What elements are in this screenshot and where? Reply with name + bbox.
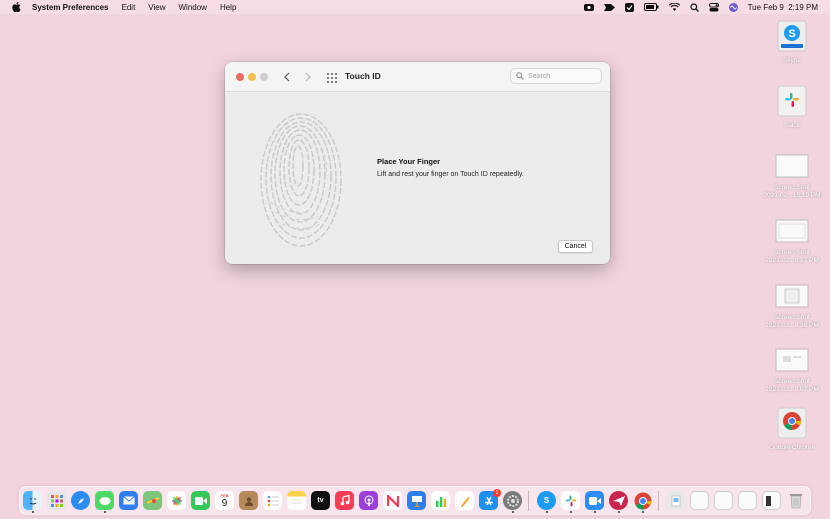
show-all-grid-icon[interactable]: [326, 71, 338, 83]
cancel-button[interactable]: Cancel: [558, 240, 593, 253]
desktop-item-slack[interactable]: Slack: [762, 85, 822, 130]
menu-edit[interactable]: Edit: [122, 3, 136, 12]
news-icon[interactable]: [383, 491, 402, 510]
chrome-dock-icon[interactable]: [633, 491, 652, 510]
app-store-badge: 1: [493, 489, 501, 497]
svg-text:S: S: [788, 28, 795, 40]
dock-separator: [658, 491, 659, 511]
maps-icon[interactable]: [143, 491, 162, 510]
running-indicator: [618, 511, 620, 513]
contacts-icon[interactable]: [239, 491, 258, 510]
facetime-icon[interactable]: [191, 491, 210, 510]
numbers-icon[interactable]: [431, 491, 450, 510]
reminders-icon[interactable]: [263, 491, 282, 510]
notes-icon[interactable]: [287, 491, 306, 510]
system-preferences-icon[interactable]: [503, 491, 522, 510]
dock-separator: [528, 491, 529, 511]
running-indicator: [642, 511, 644, 513]
screenshot-thumbnail-icon: [775, 154, 809, 178]
desktop-label: Skype: [782, 57, 802, 64]
apple-menu-icon[interactable]: [12, 2, 22, 12]
apple-tv-icon[interactable]: tv: [311, 491, 330, 510]
running-indicator: [512, 511, 514, 513]
running-indicator: [32, 511, 34, 513]
slack-dock-icon[interactable]: [561, 491, 580, 510]
screenshot-dock-thumbnail-icon[interactable]: [690, 491, 709, 510]
screenshot-thumbnail-icon: [775, 348, 809, 372]
menu-window[interactable]: Window: [179, 3, 207, 12]
desktop-label: Screen Shot 2021-02...9.07 PM: [765, 378, 819, 393]
apple-tv-label: tv: [317, 497, 324, 504]
window-title: Touch ID: [345, 71, 381, 81]
desktop-label: Screen Shot 2021-02...8.27 PM: [765, 249, 819, 264]
battery-icon[interactable]: [643, 3, 659, 11]
desktop-item-skype[interactable]: S Skype: [762, 20, 822, 65]
keynote-icon[interactable]: [407, 491, 426, 510]
forward-icon[interactable]: [301, 70, 315, 84]
screen-record-icon[interactable]: [583, 3, 594, 12]
dropzone-icon[interactable]: [603, 3, 615, 12]
zoom-icon[interactable]: [585, 491, 604, 510]
siri-icon[interactable]: [728, 2, 738, 12]
screenshot-dock-thumbnail-icon[interactable]: [738, 491, 757, 510]
desktop-item-screenshot[interactable]: Screen Shot 2021-02...9.07 PM: [762, 347, 822, 394]
skype-icon: S: [777, 20, 807, 52]
slack-icon: [777, 85, 807, 117]
desktop-label: Slack: [784, 122, 800, 129]
desktop-item-screenshot[interactable]: Screen Shot 2021-02...8.27 PM: [762, 218, 822, 265]
menu-help[interactable]: Help: [220, 3, 236, 12]
window-toolbar: Touch ID: [225, 62, 610, 92]
calendar-day: 9: [221, 497, 228, 509]
prompt-description: Lift and rest your finger on Touch ID re…: [377, 171, 524, 178]
skype-dock-icon[interactable]: S: [537, 491, 556, 510]
screenshot-thumbnail-icon: [775, 284, 809, 308]
clock[interactable]: Tue Feb 9 2:19 PM: [748, 3, 818, 12]
music-icon[interactable]: [335, 491, 354, 510]
checkmark-app-icon[interactable]: [624, 2, 634, 12]
fingerprint-icon: [258, 112, 344, 253]
back-icon[interactable]: [280, 70, 294, 84]
running-indicator: [104, 511, 106, 513]
desktop-item-chrome[interactable]: Google Chrome: [762, 407, 822, 452]
screenshot-thumbnail-icon: [775, 219, 809, 243]
menu-view[interactable]: View: [148, 3, 165, 12]
running-indicator: [594, 511, 596, 513]
desktop-label: Screen Shot 2021-02...18.19 PM: [763, 184, 821, 199]
safari-icon[interactable]: [71, 491, 90, 510]
spotlight-icon[interactable]: [689, 2, 699, 12]
pages-icon[interactable]: [455, 491, 474, 510]
calendar-icon[interactable]: FEB 9: [215, 491, 234, 510]
finder-icon[interactable]: [23, 491, 42, 510]
prompt-title: Place Your Finger: [377, 157, 441, 166]
podcasts-icon[interactable]: [359, 491, 378, 510]
running-indicator: [546, 511, 548, 513]
chrome-icon: [777, 407, 807, 439]
wifi-icon[interactable]: [668, 3, 680, 11]
airmail-icon[interactable]: [609, 491, 628, 510]
screenshot-dock-thumbnail-icon[interactable]: [714, 491, 733, 510]
search-icon: [516, 67, 524, 85]
desktop-item-screenshot[interactable]: Screen Shot 2021-02...18.19 PM: [762, 153, 822, 200]
minimize-button[interactable]: [248, 73, 256, 81]
photos-icon[interactable]: [167, 491, 186, 510]
desktop-label: Screen Shot 2021-02...8.38 PM: [765, 314, 819, 329]
touch-id-window: Touch ID Place Yo: [225, 62, 610, 264]
mail-icon[interactable]: [119, 491, 138, 510]
launchpad-icon[interactable]: [47, 491, 66, 510]
running-indicator: [570, 511, 572, 513]
menu-bar: System Preferences Edit View Window Help…: [0, 0, 830, 14]
preview-icon[interactable]: [666, 491, 685, 510]
desktop-label: Google Chrome: [769, 444, 815, 451]
trash-icon[interactable]: [786, 491, 805, 510]
control-center-icon[interactable]: [708, 2, 719, 12]
search-field[interactable]: [510, 68, 602, 84]
messages-icon[interactable]: [95, 491, 114, 510]
search-input[interactable]: [528, 72, 598, 80]
screenshot-dock-thumbnail-icon[interactable]: [762, 491, 781, 510]
dock: FEB 9 tv 1 S: [19, 486, 811, 515]
close-button[interactable]: [236, 73, 244, 81]
zoom-button[interactable]: [260, 73, 268, 81]
desktop-item-screenshot[interactable]: Screen Shot 2021-02...8.38 PM: [762, 283, 822, 330]
menu-app-name[interactable]: System Preferences: [32, 3, 109, 12]
